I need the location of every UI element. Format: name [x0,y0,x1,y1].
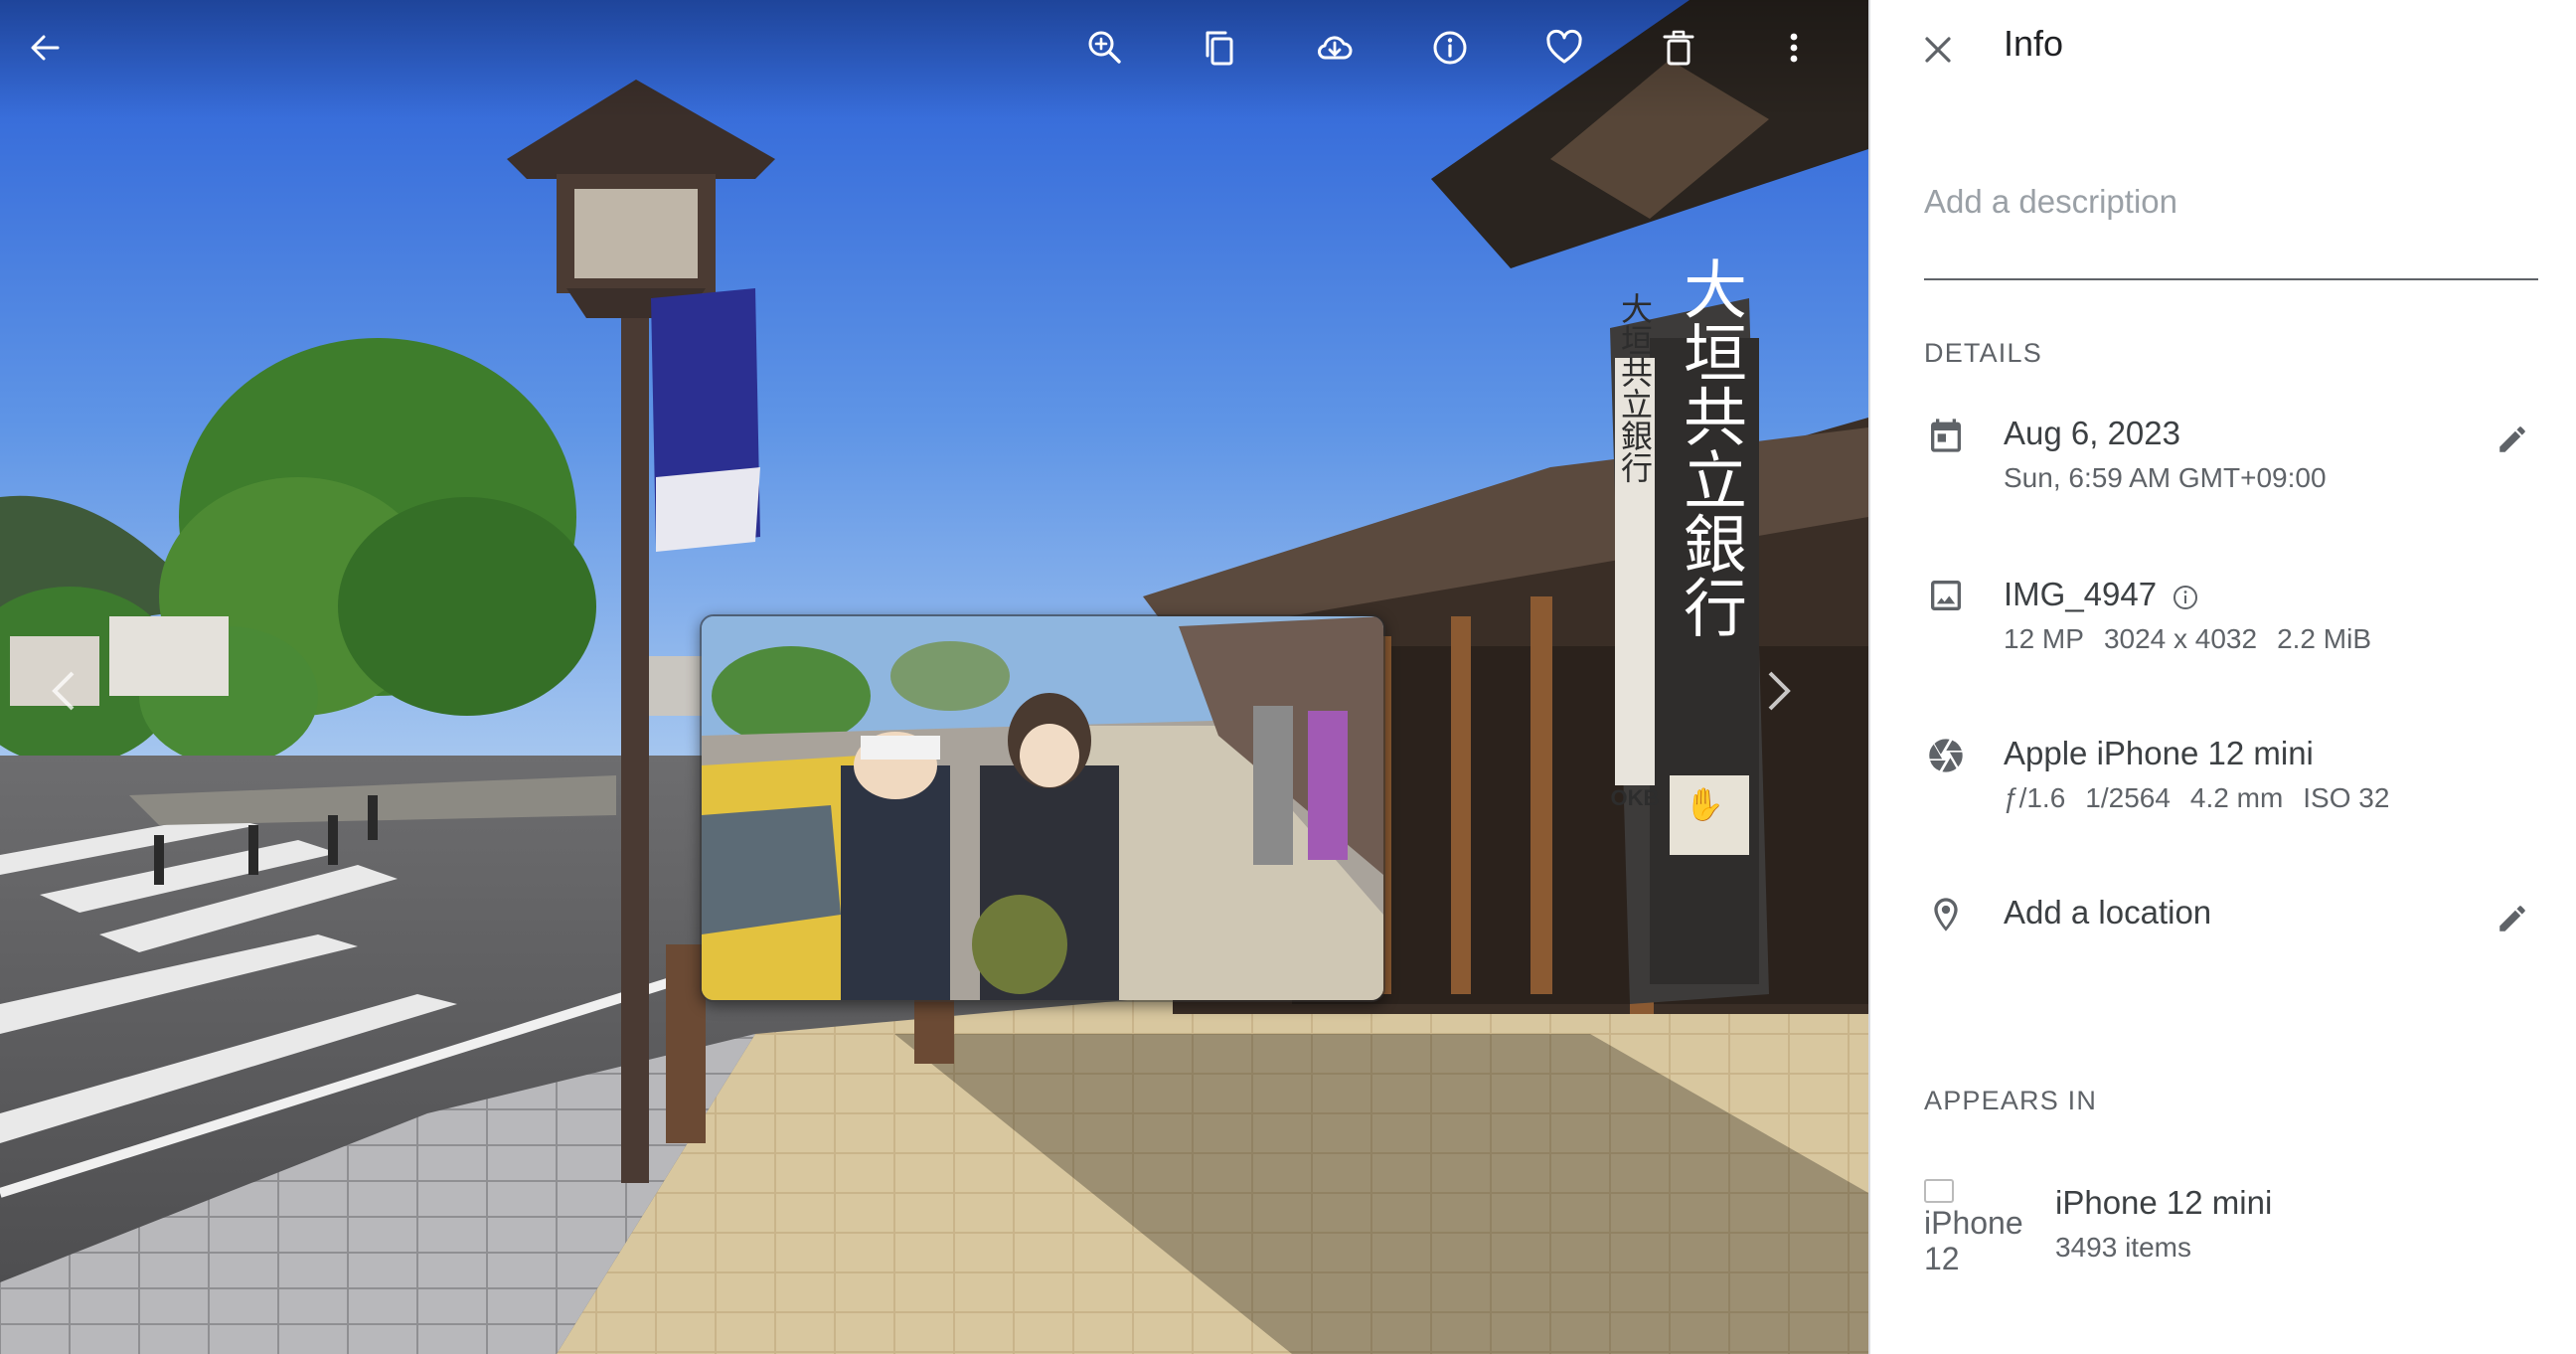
zoom-in-icon [1088,31,1121,64]
info-button[interactable] [1420,18,1480,78]
album-thumbnail-alt: iPhone 12 [1924,1205,2023,1270]
viewer-toolbar [0,0,1868,119]
album-name[interactable]: iPhone 12 mini [2055,1183,2272,1223]
zoom-button[interactable] [1075,18,1135,78]
delete-button[interactable] [1649,18,1708,78]
overlay-still-image [700,614,1385,1002]
broken-image-icon [1924,1179,1954,1203]
close-icon [1925,37,1951,63]
calendar-icon [1924,414,1968,457]
svg-text:✋: ✋ [1685,786,1724,822]
camera-iso: ISO 32 [2303,782,2390,813]
chevron-right-icon [1768,671,1791,711]
sign-okb-text: OKB [1611,785,1660,810]
sign-side-text: 大垣共立銀行 [1616,292,1654,483]
more-options-button[interactable] [1764,18,1824,78]
location-pin-icon [1924,893,1968,936]
camera-model: Apple iPhone 12 mini [2004,735,2314,771]
image-icon [1924,574,1968,617]
pencil-icon [2499,426,2525,452]
camera-aperture-icon [1924,734,1968,777]
copy-icon [1206,31,1233,66]
album-count: 3493 items [2055,1232,2191,1263]
back-button[interactable] [16,18,76,78]
next-arrow[interactable] [1759,656,1799,726]
download-button[interactable] [1305,18,1365,78]
sign-main-text: 大垣共立銀行 [1673,256,1746,638]
appears-in-header: APPEARS IN [1924,1086,2098,1115]
trash-icon [1663,30,1694,66]
add-location-link[interactable]: Add a location [2004,893,2211,932]
close-info-button[interactable] [1910,22,1966,78]
file-name: IMG_4947 [2004,576,2158,612]
camera-focal-length: 4.2 mm [2189,782,2284,813]
file-resolution: 3024 x 4032 [2103,623,2258,654]
edit-date-button[interactable] [2487,414,2538,465]
pencil-icon [2499,906,2525,931]
date-primary: Aug 6, 2023 [2004,415,2180,451]
arrow-back-icon [31,35,60,61]
file-size: 2.2 MiB [2277,623,2372,654]
more-vert-icon [1790,33,1798,63]
file-megapixels: 12 MP [2004,623,2084,654]
edit-location-button[interactable] [2487,893,2538,944]
file-info-button[interactable] [2171,582,2200,611]
description-field[interactable] [1924,171,2538,280]
copy-button[interactable] [1190,18,1249,78]
camera-settings: ƒ/1.6 1/2564 4.2 mm ISO 32 [2004,781,2409,815]
info-outline-icon [2174,586,2198,610]
camera-shutter: 1/2564 [2085,782,2171,813]
favorite-button[interactable] [1534,18,1594,78]
file-name-row: IMG_4947 [2004,575,2200,614]
file-details: 12 MP 3024 x 4032 2.2 MiB [2004,622,2391,656]
info-icon [1433,31,1467,65]
cloud-download-icon [1318,36,1353,60]
date-secondary: Sun, 6:59 AM GMT+09:00 [2004,462,2327,493]
photo-viewer: ✋ 大垣共立銀行 大垣共立銀行 OKB [0,0,1868,1354]
camera-aperture: ƒ/1.6 [2004,782,2066,813]
album-thumbnail[interactable]: iPhone 12 [1924,1179,2023,1270]
chevron-left-icon [52,671,75,711]
info-title: Info [2004,23,2064,64]
details-header: DETAILS [1924,338,2042,368]
heart-icon [1546,29,1582,64]
description-input[interactable] [1924,171,2538,221]
previous-arrow[interactable] [44,656,83,726]
